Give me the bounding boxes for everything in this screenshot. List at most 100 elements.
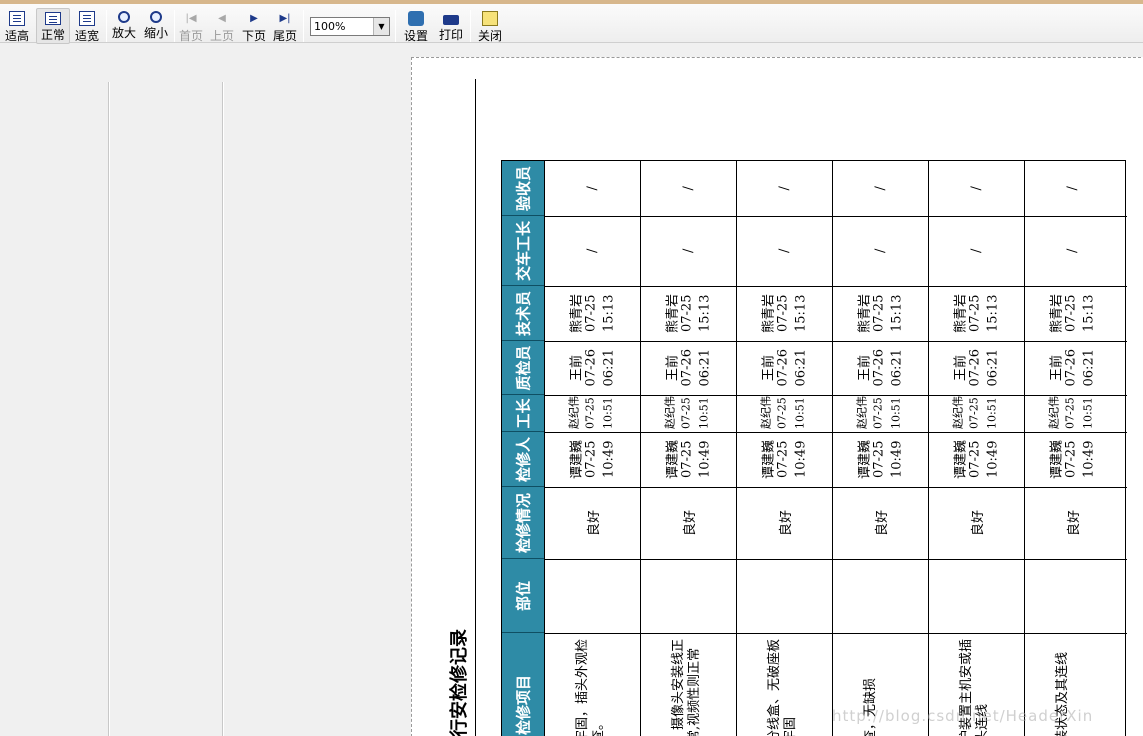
table-cell-handover: / [737,216,832,286]
close-label: 关闭 [477,29,502,43]
table-cell-acceptor: / [737,161,832,216]
sign-date: 07-25 [679,440,695,478]
table-cell-technician: 熊青岩 07-25 15:13 [1025,286,1120,341]
signature-block: 赵纪伟 07-25 10:51 [1025,395,1120,432]
table-cell-technician: 熊青岩 07-25 15:13 [929,286,1024,341]
signature-block: 熊青岩 07-25 15:13 [641,286,736,341]
inspection-status-text: 良好 [587,509,602,536]
table-cell-inspector: 王前 07-26 06:21 [929,341,1024,395]
table-cell-part [545,559,640,633]
sign-time: 10:51 [889,397,903,429]
table-cell-technician: 熊青岩 07-25 15:13 [641,286,736,341]
column-header-label: 检修人 [514,436,533,482]
table-cell-part [641,559,736,633]
table-cell-handover: / [833,216,928,286]
table-cell-foreman: 赵纪伟 07-25 10:51 [641,395,736,432]
table-cell-handover: / [545,216,640,286]
close-button[interactable]: 关闭 [475,8,505,44]
table-cell-handover: / [641,216,736,286]
inspection-item-text: 分线盒、无破座板牢固 [767,638,798,736]
panel-divider [108,82,110,736]
inspection-status-text: 良好 [683,509,698,536]
sign-time: 15:13 [697,294,713,332]
table-cell-inspector: 王前 07-26 06:21 [1025,341,1120,395]
zoom-out-button[interactable]: 缩小 [142,8,170,44]
settings-icon [408,11,424,26]
sign-time: 10:49 [793,440,809,478]
signer-name: 王前 [1049,354,1065,381]
normal-view-button[interactable]: 正常 [36,8,70,44]
signer-name: 谭建巍 [665,439,681,479]
first-page-button[interactable]: |◀ 首页 [177,8,205,44]
sign-date: 07-25 [775,294,791,332]
next-page-icon: ▶ [250,13,258,24]
fit-width-icon [79,11,95,26]
next-page-label: 下页 [241,29,266,43]
table-cell-repairer: 谭建巍 07-25 10:49 [929,432,1024,487]
signer-name: 王前 [857,354,873,381]
print-button[interactable]: 打印 [436,8,466,44]
next-page-button[interactable]: ▶ 下页 [240,8,268,44]
table-cell-status: 良好 [641,487,736,559]
table-cell-technician: 熊青岩 07-25 15:13 [545,286,640,341]
table-cell-status: 良好 [737,487,832,559]
sign-date: 07-25 [1063,397,1077,429]
signature-block: 赵纪伟 07-25 10:51 [833,395,928,432]
zoom-level-select[interactable]: 100% ▼ [310,17,390,36]
table-cell-repairer: 谭建巍 07-25 10:49 [641,432,736,487]
signer-name: 谭建巍 [1049,439,1065,479]
inspection-status-text: 良好 [875,509,890,536]
inspection-item-text: 、摄像头安装线正常,视频性则正常 [671,638,702,736]
fit-width-button[interactable]: 适宽 [72,8,102,44]
table-cell-item: 分线盒、无破座板牢固 [737,633,832,736]
normal-view-icon [45,12,61,25]
signature-block: 熊青岩 07-25 15:13 [737,286,832,341]
sign-date: 07-25 [775,397,789,429]
side-panel [0,44,398,736]
table-cell-part [833,559,928,633]
zoom-out-label: 缩小 [143,26,168,40]
signer-name: 熊青岩 [953,293,969,333]
empty-value-slash: / [969,248,984,253]
sign-time: 10:51 [601,397,615,429]
signer-name: 王前 [569,354,585,381]
table-cell-foreman: 赵纪伟 07-25 10:51 [1025,395,1120,432]
column-header-label: 技术员 [514,290,533,336]
sign-date: 07-25 [967,440,983,478]
chevron-down-icon[interactable]: ▼ [373,18,389,35]
table-cell-part [737,559,832,633]
signer-name: 谭建巍 [761,439,777,479]
zoom-in-icon [118,11,130,23]
table-cell-part [929,559,1024,633]
inspection-status-text: 良好 [1067,509,1082,536]
empty-value-slash: / [777,248,792,253]
sign-time: 06:21 [1081,349,1097,387]
last-page-button[interactable]: ▶| 尾页 [271,8,299,44]
column-header-inspector: 质检员 [502,341,544,395]
zoom-in-button[interactable]: 放大 [110,8,138,44]
last-page-icon: ▶| [279,13,291,24]
sign-date: 07-25 [871,440,887,478]
table-cell-part [1025,559,1120,633]
signature-block: 赵纪伟 07-25 10:51 [641,395,736,432]
sign-time: 10:51 [793,397,807,429]
fit-height-button[interactable]: 适高 [2,8,32,44]
toolbar-separator [303,10,304,42]
sign-time: 10:51 [1081,397,1095,429]
sign-date: 07-25 [1063,440,1079,478]
toolbar-separator [470,10,471,42]
table-cell-foreman: 赵纪伟 07-25 10:51 [833,395,928,432]
sign-time: 10:49 [697,440,713,478]
sign-date: 07-26 [679,349,695,387]
signer-name: 谭建巍 [857,439,873,479]
table-cell-status: 良好 [833,487,928,559]
settings-button[interactable]: 设置 [401,8,431,44]
column-header-label: 质检员 [514,345,533,391]
column-header-handover: 交车工长 [502,216,544,286]
column-header-label: 交车工长 [514,220,533,281]
column-header-repairer: 检修人 [502,432,544,487]
sign-date: 07-25 [583,294,599,332]
table-cell-foreman: 赵纪伟 07-25 10:51 [545,395,640,432]
toolbar-separator [395,10,396,42]
previous-page-button[interactable]: ◀ 上页 [208,8,236,44]
